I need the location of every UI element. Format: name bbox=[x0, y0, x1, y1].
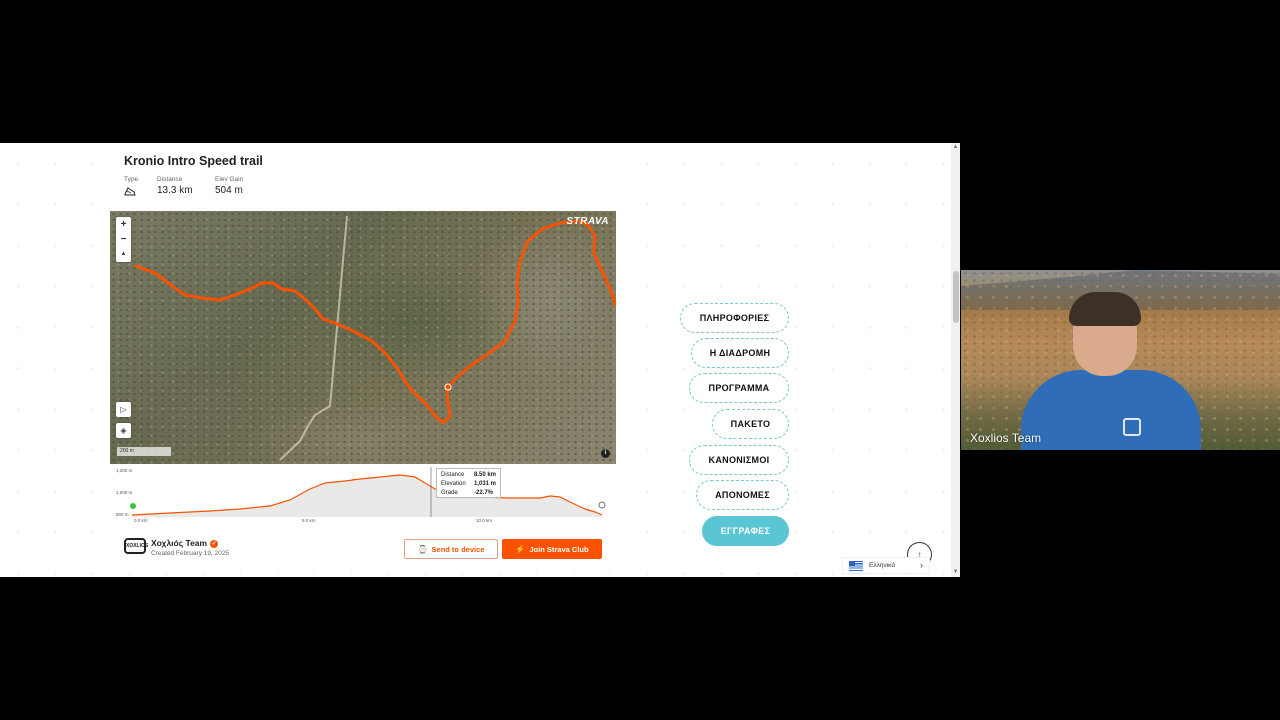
join-club-label: Join Strava Club bbox=[529, 544, 589, 554]
route-footer: XOXLIOS Χοχλιός Team ✓ Created February 1… bbox=[110, 533, 616, 573]
tooltip-grade-value: -22.7% bbox=[474, 490, 494, 496]
created-date: Created February 19, 2025 bbox=[151, 550, 230, 557]
nav-registration[interactable]: ΕΓΓΡΑΦΕΣ bbox=[702, 516, 789, 546]
scroll-down-icon[interactable]: ▼ bbox=[952, 569, 959, 576]
nav-awards[interactable]: ΑΠΟΝΟΜΕΣ bbox=[696, 480, 789, 510]
strava-chevron-icon: ⚡ bbox=[515, 544, 526, 554]
route-title[interactable]: Kronio Intro Speed trail bbox=[124, 154, 263, 168]
tooltip-grade-label: Grade bbox=[441, 490, 458, 496]
layers-button[interactable]: ◈ bbox=[116, 423, 131, 438]
distance-label: Distance bbox=[157, 176, 183, 183]
language-selector[interactable]: Ελληνικά › bbox=[842, 557, 930, 574]
screen-share: Kronio Intro Speed trail Type Distance 1… bbox=[0, 0, 1280, 720]
type-label: Type bbox=[124, 176, 139, 183]
verified-icon: ✓ bbox=[210, 540, 219, 548]
elevation-tooltip: Distance 8.50 km Elevation 1,031 m Grade -2… bbox=[436, 468, 501, 498]
dirt-road-line bbox=[279, 215, 348, 461]
scrollbar-thumb[interactable] bbox=[953, 271, 959, 323]
greek-flag-icon bbox=[849, 560, 863, 571]
elev-gain-label: Elev Gain bbox=[215, 176, 244, 183]
elevation-area bbox=[132, 475, 602, 517]
x-tick-5: 5.0 km bbox=[302, 518, 316, 523]
nav-program[interactable]: ΠΡΟΓΡΑΜΜΑ bbox=[689, 373, 789, 403]
participant-name: Xoxlios Team bbox=[970, 431, 1042, 445]
nav-info[interactable]: ΠΛΗΡΟΦΟΡΙΕΣ bbox=[680, 303, 789, 333]
x-tick-10: 10.0 km bbox=[476, 518, 493, 523]
chevron-right-icon: › bbox=[920, 560, 923, 570]
y-tick-1200: 1,200 m bbox=[116, 468, 133, 473]
person-hair bbox=[1069, 292, 1141, 326]
nav-rules[interactable]: ΚΑΝΟΝΙΣΜΟΙ bbox=[689, 445, 789, 475]
x-tick-0: 0.0 km bbox=[134, 518, 148, 523]
start-marker bbox=[130, 503, 136, 509]
elev-gain-value: 504 m bbox=[215, 185, 243, 196]
elevation-chart bbox=[130, 467, 606, 517]
club-name[interactable]: Χοχλιός Team bbox=[151, 538, 207, 548]
info-icon[interactable]: i bbox=[601, 449, 610, 458]
shirt-logo bbox=[1123, 418, 1141, 436]
y-tick-1000: 1,000 m bbox=[116, 490, 133, 495]
watch-icon: ⌚ bbox=[417, 544, 428, 554]
webcam-tile: Xoxlios Team bbox=[961, 270, 1280, 450]
route-position-marker bbox=[444, 383, 452, 391]
zoom-in-button[interactable]: + bbox=[116, 217, 131, 232]
compass-button[interactable]: ▲ bbox=[116, 247, 131, 262]
club-name-line[interactable]: Χοχλιός Team ✓ bbox=[151, 538, 219, 548]
route-line bbox=[134, 219, 616, 425]
map-scale-bar: 200 m bbox=[117, 447, 171, 456]
nav-route[interactable]: Η ΔΙΑΔΡΟΜΗ bbox=[691, 338, 789, 368]
play-flyover-button[interactable]: ▷ bbox=[116, 402, 131, 417]
scrollbar[interactable]: ▲ ▼ bbox=[951, 143, 960, 577]
join-strava-club-button[interactable]: ⚡ Join Strava Club bbox=[502, 539, 602, 559]
route-overlay bbox=[134, 215, 616, 461]
scroll-up-icon[interactable]: ▲ bbox=[952, 144, 959, 151]
strava-logo: STRAVA bbox=[566, 216, 609, 227]
route-map[interactable]: STRAVA + − ▲ ▷ ◈ 200 m i bbox=[110, 211, 616, 464]
club-logo[interactable]: XOXLIOS bbox=[124, 538, 148, 554]
distance-value: 13.3 km bbox=[157, 185, 193, 196]
tooltip-elevation-value: 1,031 m bbox=[473, 481, 497, 487]
zoom-controls: + − ▲ bbox=[116, 217, 131, 262]
y-tick-800: 800 m bbox=[116, 512, 129, 517]
elevation-profile[interactable]: 1,200 m 1,000 m 800 m 0.0 km 5.0 km 10.0… bbox=[110, 465, 616, 527]
tooltip-distance-label: Distance bbox=[441, 472, 465, 478]
tooltip-distance-value: 8.50 km bbox=[473, 472, 497, 478]
send-to-device-button[interactable]: ⌚ Send to device bbox=[404, 539, 498, 559]
strava-route-card: Kronio Intro Speed trail Type Distance 1… bbox=[110, 143, 616, 573]
send-to-device-label: Send to device bbox=[431, 544, 485, 554]
finish-marker bbox=[598, 501, 606, 509]
language-label: Ελληνικά bbox=[869, 562, 896, 569]
zoom-out-button[interactable]: − bbox=[116, 232, 131, 247]
tooltip-elevation-label: Elevation bbox=[441, 481, 466, 487]
browser-viewport: Kronio Intro Speed trail Type Distance 1… bbox=[0, 143, 960, 577]
nav-package[interactable]: ΠΑΚΕΤΟ bbox=[712, 409, 789, 439]
run-shoe-icon bbox=[124, 187, 136, 196]
person-body bbox=[1021, 370, 1201, 450]
